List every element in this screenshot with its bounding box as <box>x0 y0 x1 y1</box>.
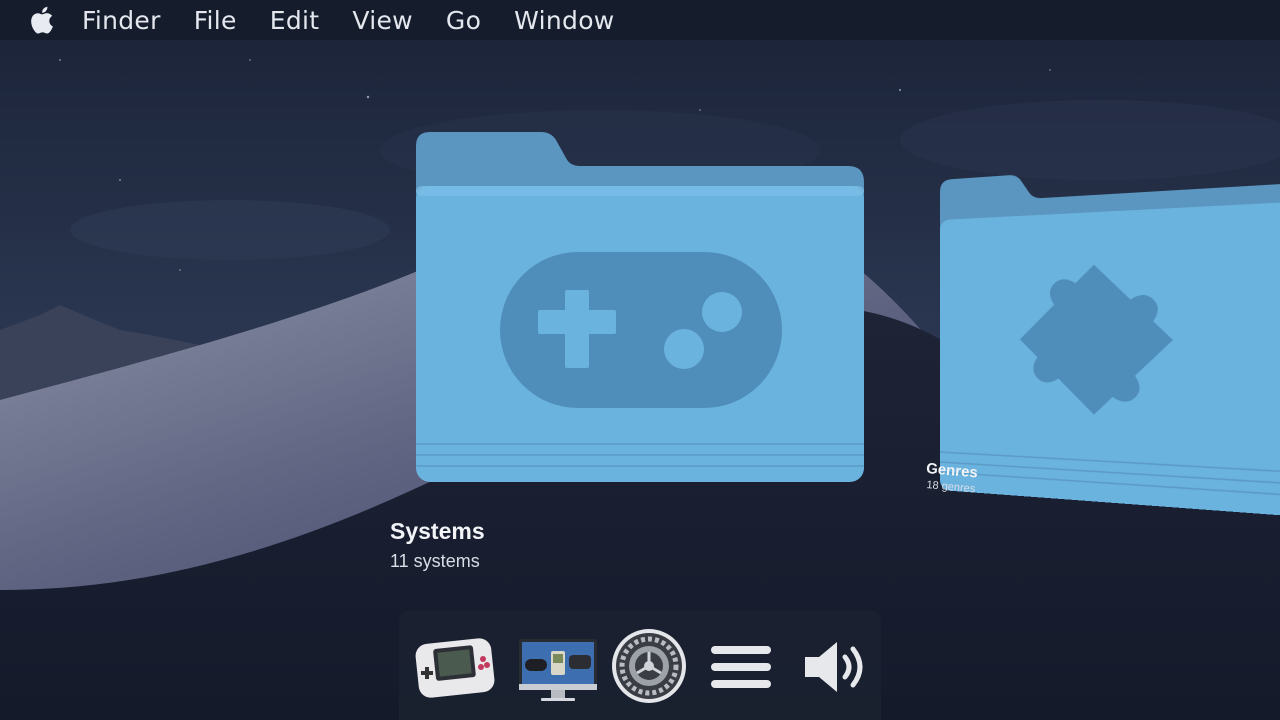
systems-folder[interactable] <box>416 132 864 482</box>
settings-gear-icon[interactable] <box>611 628 687 709</box>
systems-folder-title: Systems <box>390 518 485 544</box>
handheld-console-icon[interactable] <box>415 635 497 704</box>
volume-icon[interactable] <box>803 639 867 700</box>
gamepad-icon <box>500 252 782 408</box>
systems-folder-subtitle: 11 systems <box>390 551 480 571</box>
menu-window[interactable]: Window <box>514 6 614 35</box>
menu-file[interactable]: File <box>194 6 237 35</box>
menu-icon[interactable] <box>709 644 773 695</box>
menu-view[interactable]: View <box>352 6 413 35</box>
menu-go[interactable]: Go <box>446 6 481 35</box>
menu-edit[interactable]: Edit <box>270 6 320 35</box>
monitor-consoles-icon[interactable] <box>517 637 599 708</box>
dock <box>399 611 881 720</box>
puzzle-piece-icon <box>1019 262 1173 418</box>
menu-finder[interactable]: Finder <box>82 6 161 35</box>
apple-logo-icon[interactable] <box>28 4 56 36</box>
genres-folder[interactable] <box>940 142 1280 519</box>
menu-bar: Finder File Edit View Go Window <box>0 0 1280 40</box>
